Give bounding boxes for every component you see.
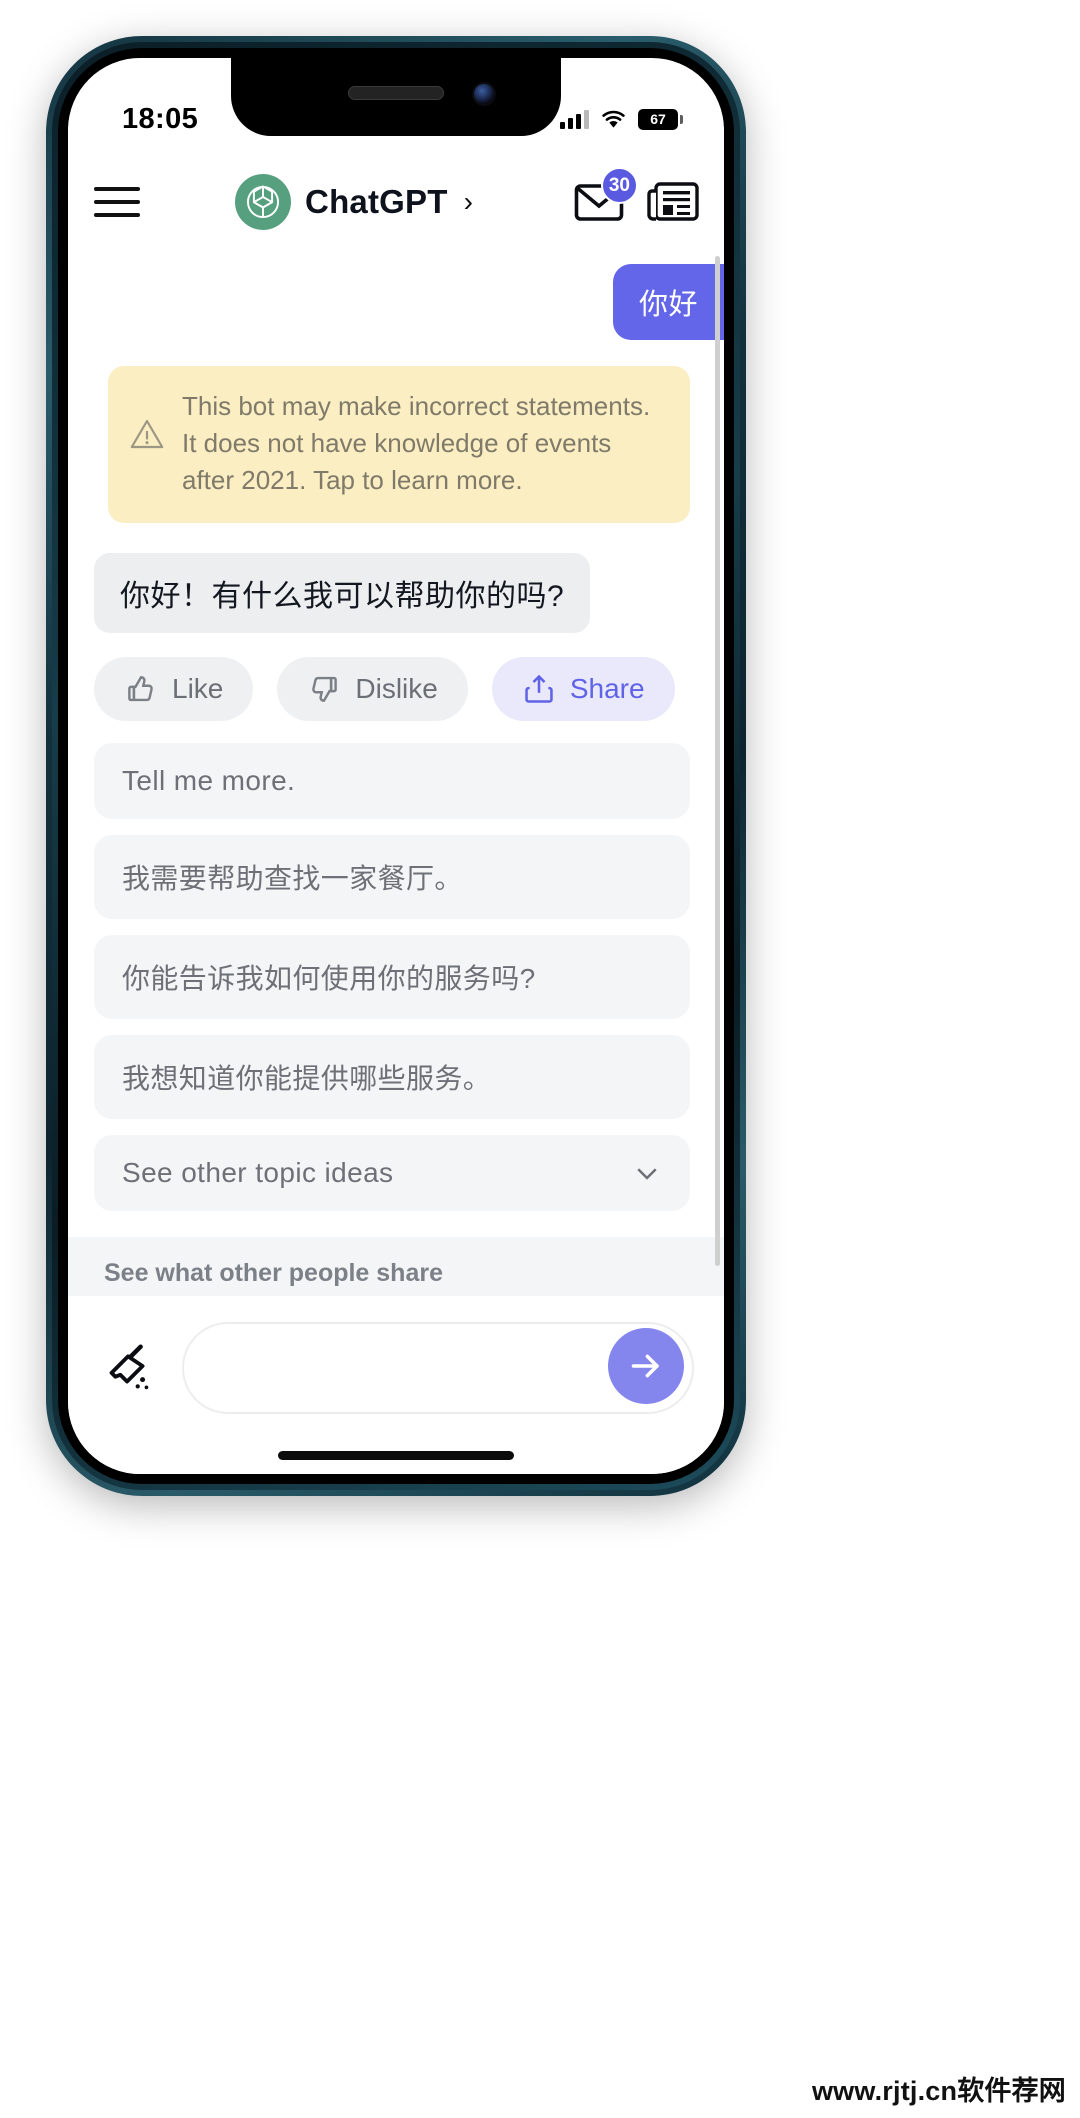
bot-message-bubble: 你好！有什么我可以帮助你的吗? — [94, 552, 591, 633]
like-button[interactable]: Like — [94, 656, 254, 721]
see-other-topics-label: See other topic ideas — [122, 1156, 394, 1188]
disclaimer-text: This bot may make incorrect statements. … — [182, 391, 651, 495]
suggestion-item[interactable]: 我需要帮助查找一家餐厅。 — [94, 834, 690, 919]
home-indicator — [278, 1451, 514, 1460]
screenshot-root: 18:05 67 ChatGPT › 30 你好 This bot may ma… — [0, 0, 1080, 2118]
battery-icon: 67 — [638, 108, 683, 130]
phone-frame: 18:05 67 ChatGPT › 30 你好 This bot may ma… — [46, 36, 746, 1496]
cellular-bars-icon — [560, 109, 589, 129]
page-title: ChatGPT — [305, 183, 448, 220]
watermark-text: www.rjtj.cn软件荐网 — [811, 2076, 1066, 2106]
chat-scroll-area[interactable]: 你好 This bot may make incorrect statement… — [68, 250, 724, 1296]
suggestion-item[interactable]: Tell me more. — [94, 742, 690, 819]
wifi-icon — [602, 110, 625, 128]
suggestion-item[interactable]: 我想知道你能提供哪些服务。 — [94, 1034, 690, 1119]
warning-triangle-icon — [130, 388, 164, 455]
broom-clear-icon[interactable] — [98, 1337, 160, 1399]
send-button[interactable] — [608, 1328, 684, 1404]
like-label: Like — [172, 672, 224, 704]
suggestion-list: Tell me more. 我需要帮助查找一家餐厅。 你能告诉我如何使用你的服务… — [68, 721, 724, 1211]
mail-unread-badge: 30 — [600, 167, 638, 204]
news-article-icon[interactable] — [646, 179, 700, 225]
app-header: ChatGPT › 30 — [68, 154, 724, 250]
earpiece-speaker — [348, 86, 444, 100]
dislike-button[interactable]: Dislike — [277, 656, 468, 721]
share-icon — [525, 674, 553, 703]
mail-button[interactable]: 30 — [574, 167, 638, 224]
header-actions: 30 — [574, 167, 700, 225]
bot-message-row: 你好！有什么我可以帮助你的吗? — [68, 523, 724, 633]
front-camera-icon — [472, 82, 496, 106]
thumbs-down-icon — [312, 676, 338, 702]
phone-screen: 18:05 67 ChatGPT › 30 你好 This bot may ma… — [68, 58, 724, 1474]
dislike-label: Dislike — [355, 672, 438, 704]
share-button[interactable]: Share — [491, 656, 675, 721]
user-message-row: 你好 — [68, 250, 724, 340]
disclaimer-banner[interactable]: This bot may make incorrect statements. … — [108, 366, 690, 523]
other-people-share-panel: See what other people share — [68, 1236, 724, 1296]
status-bar-indicators: 67 — [560, 108, 683, 130]
chevron-down-icon — [637, 1168, 657, 1180]
header-title-group[interactable]: ChatGPT › — [134, 174, 574, 230]
user-message-bubble: 你好 — [612, 264, 724, 340]
feedback-actions: Like Dislike Share — [68, 633, 724, 721]
battery-level-label: 67 — [650, 111, 666, 127]
chevron-right-icon[interactable]: › — [464, 186, 473, 218]
status-bar-time: 18:05 — [122, 102, 199, 135]
arrow-right-send-icon — [631, 1354, 659, 1378]
see-other-topics-button[interactable]: See other topic ideas — [94, 1134, 690, 1211]
share-label: Share — [569, 672, 645, 704]
suggestion-item[interactable]: 你能告诉我如何使用你的服务吗? — [94, 934, 690, 1019]
other-people-share-title: See what other people share — [104, 1258, 443, 1287]
thumbs-up-icon — [128, 675, 153, 701]
vertical-scrollbar[interactable] — [715, 256, 720, 1266]
openai-logo-icon — [235, 174, 292, 230]
message-input-bar — [68, 1296, 724, 1474]
